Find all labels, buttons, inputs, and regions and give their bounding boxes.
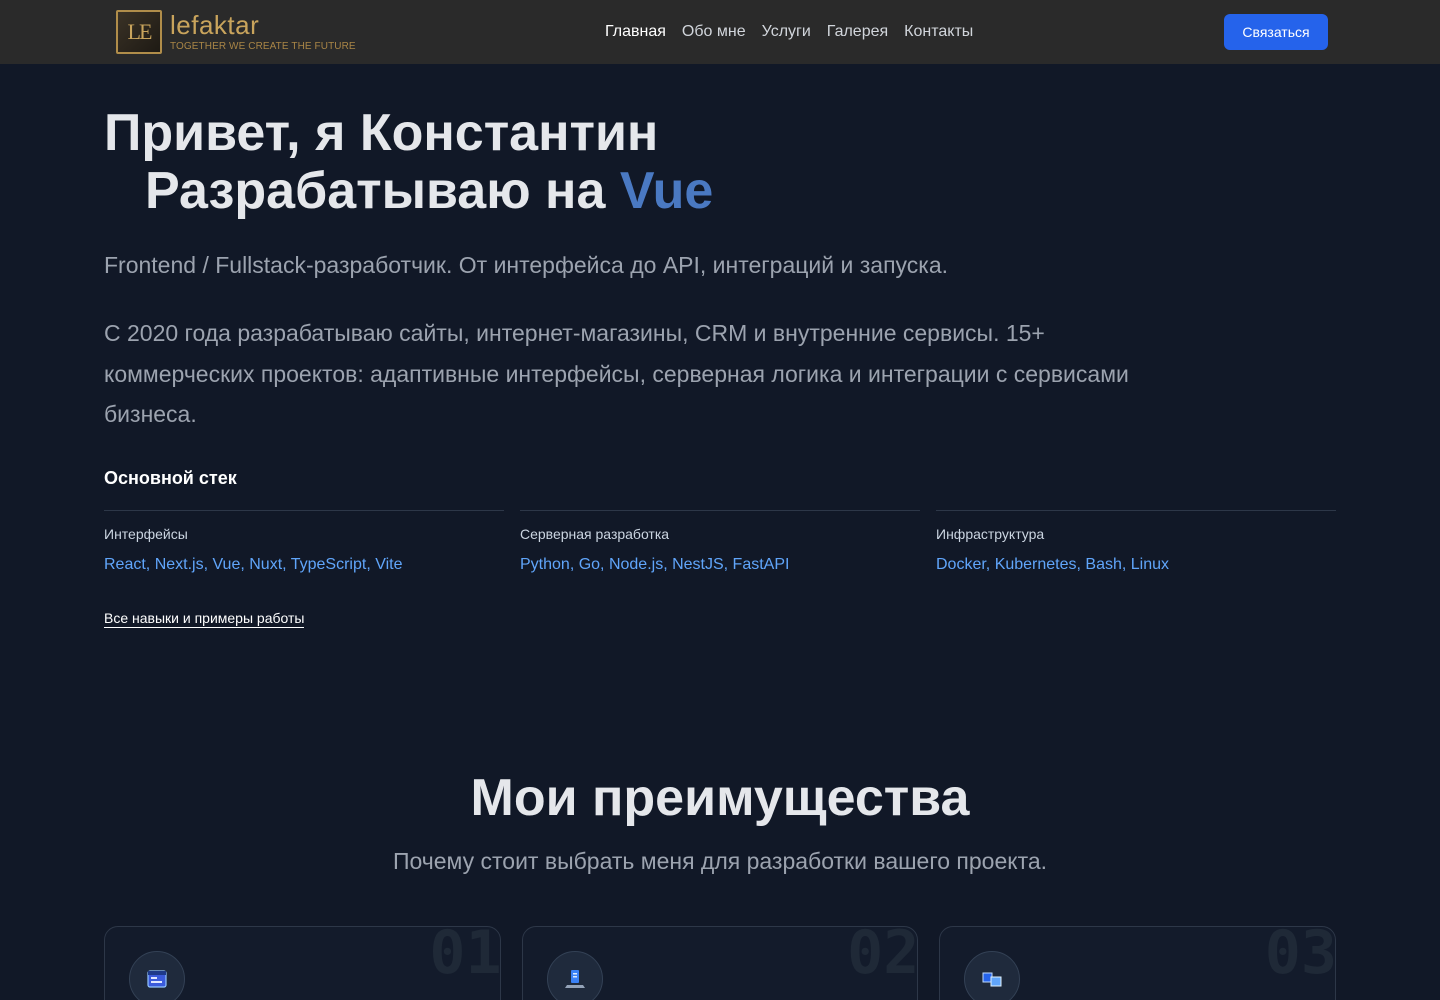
stack-items: Python, Go, Node.js, NestJS, FastAPI bbox=[520, 556, 790, 573]
advantage-card: 01 bbox=[104, 926, 501, 1000]
stack-column-backend: Серверная разработка Python, Go, Node.js… bbox=[520, 510, 920, 575]
advantages-title: Мои преимущества bbox=[470, 769, 970, 827]
site-header: LE lefaktar TOGETHER WE CREATE THE FUTUR… bbox=[0, 0, 1440, 64]
nav-home[interactable]: Главная bbox=[605, 23, 666, 41]
nav-about[interactable]: Обо мне bbox=[682, 23, 746, 41]
logo-tagline: TOGETHER WE CREATE THE FUTURE bbox=[170, 40, 356, 52]
hero-title-prefix: Разрабатываю на bbox=[145, 162, 620, 220]
hero-title: Привет, я Константин Разрабатываю на Vue bbox=[104, 104, 713, 220]
stack-category: Серверная разработка bbox=[520, 526, 670, 542]
stack-category: Интерфейсы bbox=[104, 526, 188, 542]
card-number: 01 bbox=[429, 926, 501, 988]
logo-mark: LE bbox=[116, 10, 162, 54]
advantages-cards: 01 02 03 bbox=[104, 926, 1337, 1000]
stack-column-infra: Инфраструктура Docker, Kubernetes, Bash,… bbox=[936, 510, 1336, 575]
advantages-subtitle: Почему стоит выбрать меня для разработки… bbox=[392, 848, 1048, 874]
hero-title-line1: Привет, я Константин bbox=[104, 104, 659, 162]
nav-gallery[interactable]: Галерея bbox=[827, 23, 888, 41]
hero-description: С 2020 года разрабатываю сайты, интернет… bbox=[104, 320, 1129, 427]
cubes-icon bbox=[964, 951, 1021, 1000]
logo-text: lefaktar TOGETHER WE CREATE THE FUTURE bbox=[170, 12, 356, 53]
card-number: 03 bbox=[1264, 926, 1337, 988]
stack-column-frontend: Интерфейсы React, Next.js, Vue, Nuxt, Ty… bbox=[104, 510, 504, 575]
stack-title: Основной стек bbox=[104, 468, 237, 488]
contact-button[interactable]: Связаться bbox=[1224, 14, 1328, 50]
nav-services[interactable]: Услуги bbox=[762, 23, 811, 41]
stack-items: Docker, Kubernetes, Bash, Linux bbox=[936, 556, 1170, 573]
logo-name: lefaktar bbox=[170, 9, 260, 40]
advantage-card: 03 bbox=[939, 926, 1337, 1000]
hero-title-accent: Vue bbox=[619, 162, 714, 220]
skills-link[interactable]: Все навыки и примеры работы bbox=[104, 610, 305, 628]
logo[interactable]: LE lefaktar TOGETHER WE CREATE THE FUTUR… bbox=[116, 9, 356, 55]
stack-columns: Интерфейсы React, Next.js, Vue, Nuxt, Ty… bbox=[104, 510, 1336, 575]
hero-title-line2: Разрабатываю на Vue bbox=[104, 162, 713, 220]
browser-window-icon bbox=[129, 951, 185, 1000]
server-laptop-icon bbox=[546, 951, 603, 1000]
stack-category: Инфраструктура bbox=[936, 526, 1045, 542]
main-nav: Главная Обо мне Услуги Галерея Контакты bbox=[605, 0, 989, 64]
card-number: 02 bbox=[847, 926, 919, 988]
stack-items: React, Next.js, Vue, Nuxt, TypeScript, V… bbox=[104, 556, 403, 573]
hero-subtitle: Frontend / Fullstack-разработчик. От инт… bbox=[104, 252, 949, 278]
nav-contacts[interactable]: Контакты bbox=[904, 23, 973, 41]
advantage-card: 02 bbox=[521, 926, 919, 1000]
